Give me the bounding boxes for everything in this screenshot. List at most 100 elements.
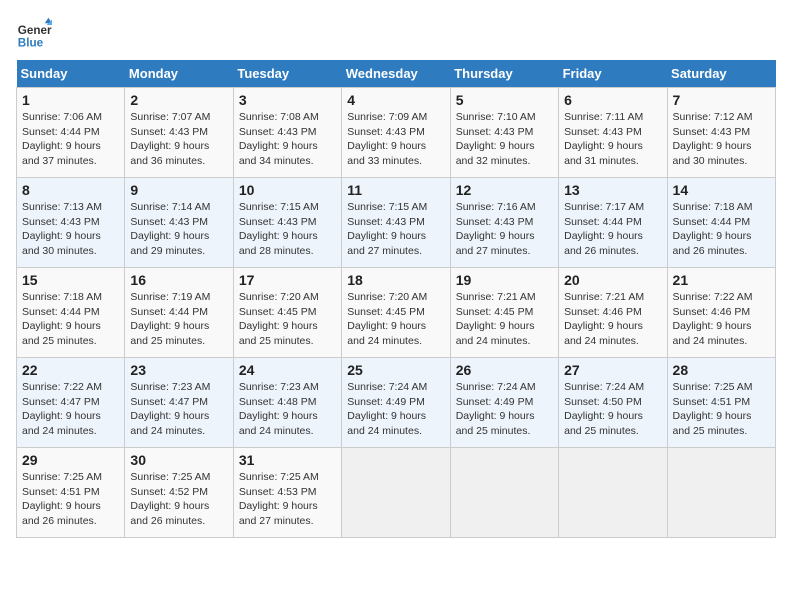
day-cell: 1 Sunrise: 7:06 AMSunset: 4:44 PMDaylight… (17, 88, 125, 178)
day-cell: 3 Sunrise: 7:08 AMSunset: 4:43 PMDaylight… (233, 88, 341, 178)
svg-text:Blue: Blue (18, 37, 44, 50)
cell-content: Sunrise: 7:25 AMSunset: 4:52 PMDaylight:… (130, 470, 227, 529)
day-cell: 6 Sunrise: 7:11 AMSunset: 4:43 PMDaylight… (559, 88, 667, 178)
day-cell (559, 448, 667, 538)
day-cell: 27Sunrise: 7:24 AMSunset: 4:50 PMDayligh… (559, 358, 667, 448)
day-cell (450, 448, 558, 538)
day-cell: 25 Sunrise: 7:24 AMSunset: 4:49 PMDayligh… (342, 358, 450, 448)
day-cell: 22 Sunrise: 7:22 AMSunset: 4:47 PMDayligh… (17, 358, 125, 448)
day-cell: 20 Sunrise: 7:21 AMSunset: 4:46 PMDayligh… (559, 268, 667, 358)
day-cell: 5Sunrise: 7:10 AMSunset: 4:43 PMDaylight… (450, 88, 558, 178)
day-cell: 29Sunrise: 7:25 AMSunset: 4:51 PMDayligh… (17, 448, 125, 538)
day-cell (667, 448, 775, 538)
cell-content: Sunrise: 7:20 AMSunset: 4:45 PMDaylight:… (239, 290, 336, 349)
cell-content: Sunrise: 7:18 AMSunset: 4:44 PMDaylight:… (673, 200, 770, 259)
day-cell: 14 Sunrise: 7:18 AMSunset: 4:44 PMDayligh… (667, 178, 775, 268)
day-number: 11 (347, 182, 444, 198)
day-number: 3 (239, 92, 336, 108)
cell-content: Sunrise: 7:14 AMSunset: 4:43 PMDaylight:… (130, 200, 227, 259)
day-number: 13 (564, 182, 661, 198)
cell-content: Sunrise: 7:15 AMSunset: 4:43 PMDaylight:… (347, 200, 444, 259)
day-cell: 7 Sunrise: 7:12 AMSunset: 4:43 PMDaylight… (667, 88, 775, 178)
day-cell: 2Sunrise: 7:07 AMSunset: 4:43 PMDaylight… (125, 88, 233, 178)
cell-content: Sunrise: 7:24 AMSunset: 4:49 PMDaylight:… (347, 380, 444, 439)
day-number: 30 (130, 452, 227, 468)
header-row: SundayMondayTuesdayWednesdayThursdayFrid… (17, 60, 776, 88)
day-cell: 16Sunrise: 7:19 AMSunset: 4:44 PMDayligh… (125, 268, 233, 358)
day-number: 22 (22, 362, 119, 378)
day-cell (342, 448, 450, 538)
day-number: 16 (130, 272, 227, 288)
cell-content: Sunrise: 7:11 AMSunset: 4:43 PMDaylight:… (564, 110, 661, 169)
day-cell: 9 Sunrise: 7:14 AMSunset: 4:43 PMDaylight… (125, 178, 233, 268)
svg-text:General: General (18, 24, 52, 37)
day-number: 31 (239, 452, 336, 468)
day-number: 19 (456, 272, 553, 288)
logo-icon: General Blue (16, 16, 52, 52)
cell-content: Sunrise: 7:23 AMSunset: 4:48 PMDaylight:… (239, 380, 336, 439)
day-cell: 21 Sunrise: 7:22 AMSunset: 4:46 PMDayligh… (667, 268, 775, 358)
day-number: 28 (673, 362, 770, 378)
day-number: 12 (456, 182, 553, 198)
day-number: 9 (130, 182, 227, 198)
day-number: 26 (456, 362, 553, 378)
day-cell: 15 Sunrise: 7:18 AMSunset: 4:44 PMDayligh… (17, 268, 125, 358)
cell-content: Sunrise: 7:25 AMSunset: 4:51 PMDaylight:… (22, 470, 119, 529)
day-number: 7 (673, 92, 770, 108)
col-header-wednesday: Wednesday (342, 60, 450, 88)
day-number: 1 (22, 92, 119, 108)
day-number: 18 (347, 272, 444, 288)
cell-content: Sunrise: 7:22 AMSunset: 4:47 PMDaylight:… (22, 380, 119, 439)
day-cell: 12 Sunrise: 7:16 AMSunset: 4:43 PMDayligh… (450, 178, 558, 268)
cell-content: Sunrise: 7:21 AMSunset: 4:45 PMDaylight:… (456, 290, 553, 349)
cell-content: Sunrise: 7:17 AMSunset: 4:44 PMDaylight:… (564, 200, 661, 259)
cell-content: Sunrise: 7:13 AMSunset: 4:43 PMDaylight:… (22, 200, 119, 259)
day-cell: 23Sunrise: 7:23 AMSunset: 4:47 PMDayligh… (125, 358, 233, 448)
day-number: 23 (130, 362, 227, 378)
cell-content: Sunrise: 7:09 AMSunset: 4:43 PMDaylight:… (347, 110, 444, 169)
col-header-sunday: Sunday (17, 60, 125, 88)
day-cell: 31 Sunrise: 7:25 AMSunset: 4:53 PMDayligh… (233, 448, 341, 538)
day-number: 24 (239, 362, 336, 378)
day-number: 15 (22, 272, 119, 288)
day-number: 17 (239, 272, 336, 288)
week-row-3: 15 Sunrise: 7:18 AMSunset: 4:44 PMDayligh… (17, 268, 776, 358)
day-number: 10 (239, 182, 336, 198)
day-cell: 24 Sunrise: 7:23 AMSunset: 4:48 PMDayligh… (233, 358, 341, 448)
day-number: 25 (347, 362, 444, 378)
day-number: 5 (456, 92, 553, 108)
cell-content: Sunrise: 7:12 AMSunset: 4:43 PMDaylight:… (673, 110, 770, 169)
day-number: 2 (130, 92, 227, 108)
cell-content: Sunrise: 7:20 AMSunset: 4:45 PMDaylight:… (347, 290, 444, 349)
cell-content: Sunrise: 7:24 AMSunset: 4:50 PMDaylight:… (564, 380, 661, 439)
cell-content: Sunrise: 7:21 AMSunset: 4:46 PMDaylight:… (564, 290, 661, 349)
day-cell: 13 Sunrise: 7:17 AMSunset: 4:44 PMDayligh… (559, 178, 667, 268)
week-row-2: 8 Sunrise: 7:13 AMSunset: 4:43 PMDaylight… (17, 178, 776, 268)
cell-content: Sunrise: 7:25 AMSunset: 4:51 PMDaylight:… (673, 380, 770, 439)
cell-content: Sunrise: 7:22 AMSunset: 4:46 PMDaylight:… (673, 290, 770, 349)
day-cell: 4 Sunrise: 7:09 AMSunset: 4:43 PMDaylight… (342, 88, 450, 178)
day-cell: 30 Sunrise: 7:25 AMSunset: 4:52 PMDayligh… (125, 448, 233, 538)
day-cell: 26 Sunrise: 7:24 AMSunset: 4:49 PMDayligh… (450, 358, 558, 448)
day-cell: 17 Sunrise: 7:20 AMSunset: 4:45 PMDayligh… (233, 268, 341, 358)
day-cell: 28 Sunrise: 7:25 AMSunset: 4:51 PMDayligh… (667, 358, 775, 448)
cell-content: Sunrise: 7:06 AMSunset: 4:44 PMDaylight:… (22, 110, 119, 169)
cell-content: Sunrise: 7:18 AMSunset: 4:44 PMDaylight:… (22, 290, 119, 349)
cell-content: Sunrise: 7:08 AMSunset: 4:43 PMDaylight:… (239, 110, 336, 169)
cell-content: Sunrise: 7:24 AMSunset: 4:49 PMDaylight:… (456, 380, 553, 439)
day-number: 4 (347, 92, 444, 108)
col-header-thursday: Thursday (450, 60, 558, 88)
day-number: 8 (22, 182, 119, 198)
col-header-friday: Friday (559, 60, 667, 88)
day-number: 6 (564, 92, 661, 108)
day-cell: 10Sunrise: 7:15 AMSunset: 4:43 PMDayligh… (233, 178, 341, 268)
header: General Blue (16, 16, 776, 52)
cell-content: Sunrise: 7:16 AMSunset: 4:43 PMDaylight:… (456, 200, 553, 259)
day-number: 14 (673, 182, 770, 198)
day-number: 20 (564, 272, 661, 288)
week-row-4: 22 Sunrise: 7:22 AMSunset: 4:47 PMDayligh… (17, 358, 776, 448)
cell-content: Sunrise: 7:25 AMSunset: 4:53 PMDaylight:… (239, 470, 336, 529)
day-cell: 8 Sunrise: 7:13 AMSunset: 4:43 PMDaylight… (17, 178, 125, 268)
col-header-saturday: Saturday (667, 60, 775, 88)
day-number: 21 (673, 272, 770, 288)
